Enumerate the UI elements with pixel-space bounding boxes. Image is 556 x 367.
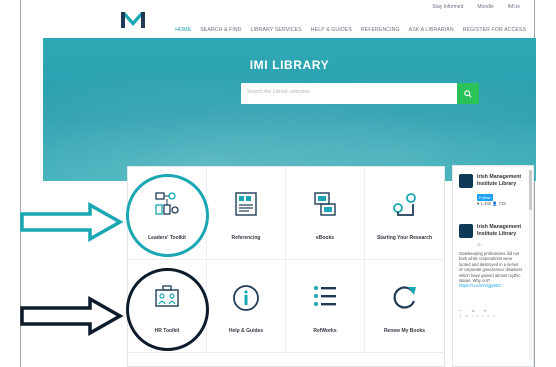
tile-label: Help & Guides bbox=[228, 328, 264, 334]
search-box: Search the Library collection bbox=[241, 83, 479, 104]
info-icon bbox=[233, 285, 259, 311]
tweet-actions[interactable]: ↩ ⇄ ♥ Twitter bbox=[459, 308, 529, 318]
tile-label: RefWorks bbox=[313, 328, 337, 334]
page-title: IMI LIBRARY bbox=[249, 58, 330, 72]
tile-renew-books[interactable]: Renew My Books bbox=[365, 260, 444, 353]
referencing-quote-icon bbox=[235, 192, 257, 216]
imi-logo[interactable] bbox=[121, 10, 145, 30]
twitter-stats: ♥ 1,402 👤 715 bbox=[477, 201, 506, 206]
renew-arrow-icon bbox=[393, 286, 416, 309]
tile-starting-research[interactable]: Starting Your Research bbox=[365, 167, 444, 260]
tweet-body: Gatekeeping professions did not bark whi… bbox=[459, 251, 523, 284]
site-header: Stay Informed Moodle IMI.ie HOME SEARCH … bbox=[21, 0, 534, 38]
research-route-icon bbox=[392, 193, 416, 216]
tweet-link[interactable]: https://t.co/6YvQjjxb53 bbox=[459, 283, 501, 288]
tile-referencing[interactable]: Referencing bbox=[207, 167, 286, 260]
nav-library-services[interactable]: LIBRARY SERVICES bbox=[251, 27, 302, 33]
arrow-teal-icon bbox=[20, 202, 124, 242]
utility-link-imi[interactable]: IMI.ie bbox=[508, 4, 520, 10]
tweet-text: Gatekeeping professions did not bark whi… bbox=[459, 251, 523, 289]
nav-register-access[interactable]: REGISTER FOR ACCESS bbox=[463, 27, 526, 33]
twitter-widget[interactable]: Irish Management Institute Library Follo… bbox=[452, 165, 534, 367]
nav-ask-librarian[interactable]: ASK A LIBRARIAN bbox=[409, 27, 454, 33]
search-button[interactable] bbox=[457, 83, 479, 104]
tile-label: Starting Your Research bbox=[376, 235, 433, 241]
ebooks-device-icon bbox=[314, 192, 336, 216]
list-icon bbox=[314, 286, 336, 306]
tile-ebooks[interactable]: eBooks bbox=[286, 167, 365, 260]
tweet-date: 2h bbox=[477, 242, 482, 247]
tile-label: eBooks bbox=[315, 235, 335, 241]
tile-label: Referencing bbox=[231, 235, 261, 241]
nav-search-find[interactable]: SEARCH & FIND bbox=[200, 27, 241, 33]
arrow-dark-icon bbox=[20, 296, 124, 336]
twitter-scrollbar[interactable] bbox=[529, 170, 532, 360]
nav-referencing[interactable]: REFERENCING bbox=[361, 27, 400, 33]
main-nav: HOME SEARCH & FIND LIBRARY SERVICES HELP… bbox=[175, 27, 526, 33]
utility-nav: Stay Informed Moodle IMI.ie bbox=[432, 4, 520, 10]
twitter-account-name[interactable]: Irish Management Institute Library bbox=[477, 174, 532, 187]
highlight-circle-hr bbox=[126, 268, 209, 351]
nav-help-guides[interactable]: HELP & GUIDES bbox=[311, 27, 352, 33]
highlight-circle-leaders bbox=[126, 174, 209, 257]
hero-banner: IMI LIBRARY Search the Library collectio… bbox=[43, 38, 536, 181]
twitter-avatar[interactable] bbox=[459, 174, 473, 188]
nav-home[interactable]: HOME bbox=[175, 27, 191, 33]
tile-refworks[interactable]: RefWorks bbox=[286, 260, 365, 353]
tile-help-guides[interactable]: Help & Guides bbox=[207, 260, 286, 353]
tweet-author[interactable]: Irish Management Institute Library bbox=[477, 224, 532, 237]
tile-label: Renew My Books bbox=[383, 328, 426, 334]
utility-link-moodle[interactable]: Moodle bbox=[477, 4, 493, 10]
utility-link-stay-informed[interactable]: Stay Informed bbox=[432, 4, 463, 10]
search-icon bbox=[464, 89, 472, 98]
search-input[interactable]: Search the Library collection bbox=[247, 89, 310, 95]
twitter-follow-button[interactable]: Follow bbox=[477, 194, 493, 201]
tweet-avatar[interactable] bbox=[459, 224, 473, 238]
